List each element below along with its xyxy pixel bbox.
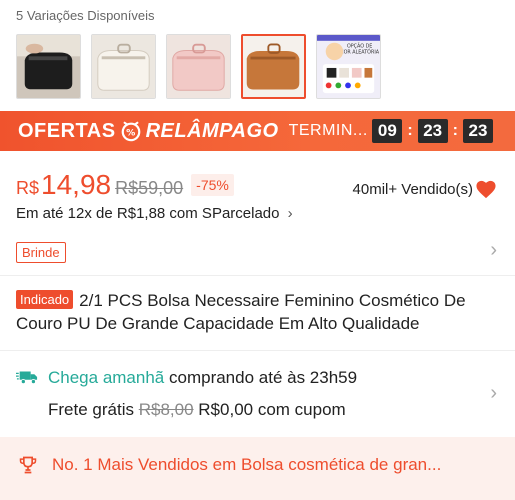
brown-bag-image: [243, 36, 304, 97]
gift-tag[interactable]: Brinde: [16, 242, 66, 263]
shipping-old-price: R$8,00: [138, 400, 194, 419]
flash-title-part1: OFERTAS: [18, 119, 116, 142]
price-section: R$ 14,98 R$59,00 -75% 40mil+ Vendido(s) …: [0, 151, 515, 275]
cream-bag-image: [92, 35, 155, 98]
heart-icon[interactable]: [475, 179, 497, 199]
price-currency: R$: [16, 178, 40, 198]
countdown-timer: 09 : 23 : 23: [372, 119, 493, 143]
flash-sale-banner[interactable]: OFERTAS % RELÂMPAGO TERMIN... 09 : 23 : …: [0, 111, 515, 151]
delivery-section[interactable]: Chega amanhã comprando até às 23h59 Fret…: [0, 352, 515, 434]
variation-thumb-cream[interactable]: [91, 34, 156, 99]
shipping-info: Frete grátis R$8,00 R$0,00 com cupom: [48, 400, 346, 420]
variation-thumbnails: OPÇÃO DE COR ALEATÓRIA: [16, 34, 381, 99]
variation-thumb-promo[interactable]: OPÇÃO DE COR ALEATÓRIA: [316, 34, 381, 99]
sold-count: 40mil+ Vendido(s): [352, 181, 473, 198]
original-price: R$59,00: [115, 178, 184, 198]
truck-icon: [16, 371, 38, 385]
shipping-label: Frete grátis: [48, 400, 134, 419]
countdown-minutes: 23: [417, 119, 448, 143]
countdown-separator: :: [407, 122, 413, 139]
svg-text:%: %: [126, 128, 136, 139]
variation-thumb-pink[interactable]: [166, 34, 231, 99]
divider: [0, 350, 515, 351]
black-bag-image: [17, 35, 80, 98]
product-title-text: 2/1 PCS Bolsa Necessaire Feminino Cosmét…: [16, 291, 466, 333]
clock-percent-icon: %: [121, 121, 140, 142]
installments-link[interactable]: Em até 12x de R$1,88 com SParcelado ›: [16, 205, 293, 222]
bestseller-text: No. 1 Mais Vendidos em Bolsa cosmética d…: [52, 455, 442, 474]
delivery-arrival: Chega amanhã comprando até às 23h59: [48, 368, 357, 388]
arrival-highlight: Chega amanhã: [48, 368, 165, 387]
price-row: R$ 14,98 R$59,00 -75%: [16, 169, 234, 201]
indicado-tag: Indicado: [16, 290, 74, 309]
bestseller-banner[interactable]: No. 1 Mais Vendidos em Bolsa cosmética d…: [0, 437, 515, 500]
promo-line2: COR ALEATÓRIA: [340, 48, 380, 55]
countdown-seconds: 23: [463, 119, 493, 143]
countdown-hours: 09: [372, 119, 403, 143]
variation-thumb-black[interactable]: [16, 34, 81, 99]
product-title: Indicado 2/1 PCS Bolsa Necessaire Feminin…: [16, 289, 501, 335]
variation-thumb-brown[interactable]: [241, 34, 306, 99]
chevron-right-icon[interactable]: ›: [490, 239, 497, 262]
chevron-right-icon: ›: [287, 205, 293, 222]
discount-badge: -75%: [191, 174, 234, 196]
countdown-separator: :: [452, 122, 458, 139]
chevron-right-icon[interactable]: ›: [490, 382, 497, 405]
trophy-icon: [19, 456, 37, 474]
flash-ending-label: TERMIN...: [288, 122, 368, 139]
pink-bag-image: [167, 35, 230, 98]
shipping-new-price: R$0,00 com cupom: [198, 400, 346, 419]
current-price: 14,98: [41, 169, 112, 200]
promo-card-image: OPÇÃO DE COR ALEATÓRIA: [317, 35, 380, 98]
arrival-rest: comprando até às 23h59: [169, 368, 358, 387]
flash-sale-title: OFERTAS % RELÂMPAGO: [18, 120, 279, 143]
divider: [0, 275, 515, 276]
promo-line1: OPÇÃO DE: [347, 43, 372, 50]
variations-label: 5 Variações Disponíveis: [16, 8, 155, 23]
installments-text: Em até 12x de R$1,88 com SParcelado: [16, 205, 280, 222]
flash-title-part2: RELÂMPAGO: [145, 119, 279, 142]
